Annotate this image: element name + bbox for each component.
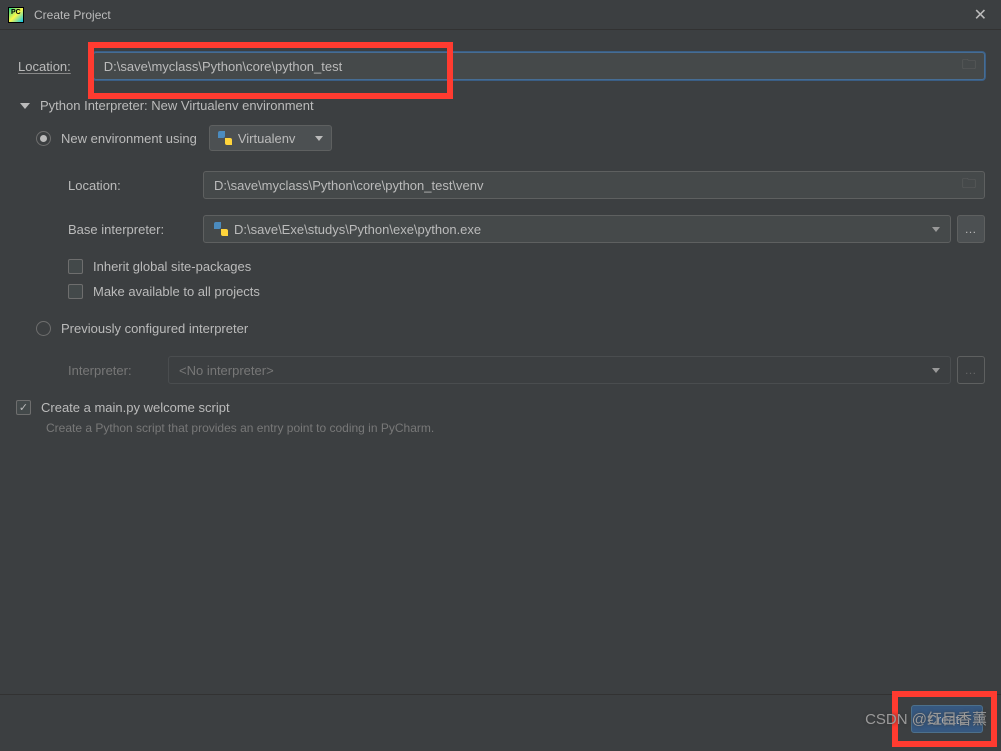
venv-location-label: Location:: [68, 178, 203, 193]
venv-location-value: D:\save\myclass\Python\core\python_test\…: [214, 178, 484, 193]
welcome-helper-text: Create a Python script that provides an …: [46, 421, 985, 435]
divider: [0, 694, 1001, 695]
browse-button-disabled: …: [957, 356, 985, 384]
base-interpreter-combo[interactable]: D:\save\Exe\studys\Python\exe\python.exe: [203, 215, 951, 243]
interpreter-combo: <No interpreter>: [168, 356, 951, 384]
radio-prev-env[interactable]: [36, 321, 51, 336]
location-value: D:\save\myclass\Python\core\python_test: [104, 59, 342, 74]
virtualenv-combo[interactable]: Virtualenv: [209, 125, 333, 151]
checkbox-welcome-script[interactable]: [16, 400, 31, 415]
new-env-label: New environment using: [61, 131, 197, 146]
folder-icon[interactable]: 🗀: [962, 173, 976, 197]
python-icon: [214, 222, 228, 236]
welcome-script-label: Create a main.py welcome script: [41, 400, 230, 415]
base-interpreter-value: D:\save\Exe\studys\Python\exe\python.exe: [234, 222, 481, 237]
base-interpreter-label: Base interpreter:: [68, 222, 203, 237]
chevron-down-icon: [315, 136, 323, 141]
virtualenv-combo-value: Virtualenv: [238, 131, 296, 146]
interpreter-section-header[interactable]: Python Interpreter: New Virtualenv envir…: [20, 98, 985, 113]
radio-new-env[interactable]: [36, 131, 51, 146]
interpreter-value: <No interpreter>: [179, 363, 274, 378]
watermark-text: CSDN @红目香薰: [865, 708, 987, 729]
interpreter-label: Interpreter:: [68, 363, 168, 378]
chevron-down-icon: [20, 103, 30, 109]
prev-env-label: Previously configured interpreter: [61, 321, 248, 336]
location-label: Location:: [18, 59, 71, 74]
python-icon: [218, 131, 232, 145]
chevron-down-icon: [932, 227, 940, 232]
window-title: Create Project: [34, 8, 968, 22]
titlebar: Create Project ✕: [0, 0, 1001, 30]
location-input[interactable]: D:\save\myclass\Python\core\python_test …: [93, 52, 985, 80]
checkbox-inherit[interactable]: [68, 259, 83, 274]
folder-icon[interactable]: 🗀: [962, 54, 976, 78]
interpreter-section-title: Python Interpreter: New Virtualenv envir…: [40, 98, 314, 113]
close-icon[interactable]: ✕: [968, 5, 993, 25]
browse-button[interactable]: …: [957, 215, 985, 243]
pycharm-icon: [8, 7, 24, 23]
checkbox-available[interactable]: [68, 284, 83, 299]
available-label: Make available to all projects: [93, 284, 260, 299]
venv-location-input[interactable]: D:\save\myclass\Python\core\python_test\…: [203, 171, 985, 199]
inherit-label: Inherit global site-packages: [93, 259, 251, 274]
chevron-down-icon: [932, 368, 940, 373]
